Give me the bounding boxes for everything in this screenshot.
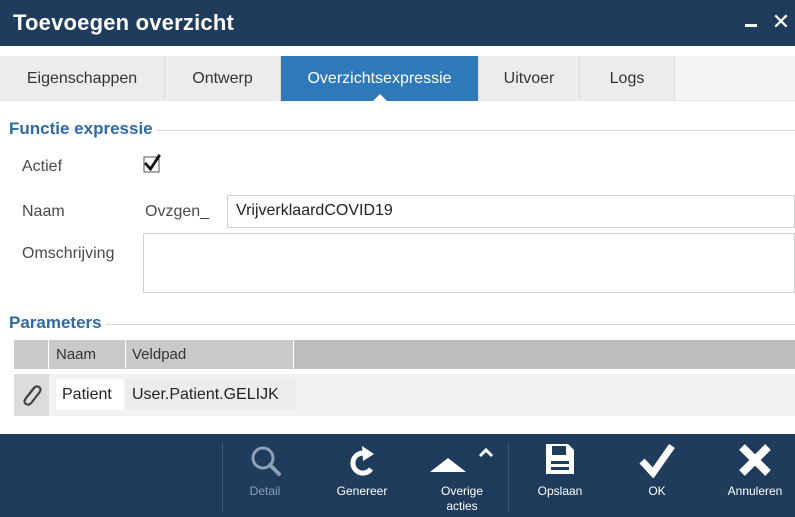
overige-acties-label: Overige acties	[440, 484, 484, 513]
annuleren-label: Annuleren	[727, 484, 783, 498]
active-tab-notch	[371, 94, 388, 102]
tab-bar: Eigenschappen Ontwerp Overzichtsexpressi…	[0, 46, 795, 108]
checkmark-icon	[639, 443, 675, 478]
save-icon	[546, 444, 574, 474]
detail-label: Detail	[249, 484, 281, 498]
tab-label: Logs	[609, 70, 645, 87]
genereer-label: Genereer	[336, 484, 388, 498]
overige-acties-button[interactable]: Overige acties	[422, 434, 502, 517]
opslaan-label: Opslaan	[537, 484, 583, 498]
paperclip-icon	[23, 385, 42, 406]
close-icon	[739, 444, 771, 476]
refresh-icon	[350, 446, 374, 476]
window-titlebar: Toevoegen overzicht ✕	[0, 0, 795, 46]
row-veldpad-cell[interactable]: User.Patient.GELIJK	[126, 379, 296, 410]
close-icon[interactable]: ✕	[771, 11, 791, 33]
tab-overzichtsexpressie[interactable]: Overzichtsexpressie	[281, 56, 479, 102]
row-icon-cell	[14, 374, 49, 416]
annuleren-button[interactable]: Annuleren	[715, 434, 795, 517]
tab-logs[interactable]: Logs	[580, 56, 675, 101]
toolbar-separator	[508, 442, 509, 512]
actief-checkbox[interactable]	[143, 154, 163, 174]
caret-up-icon	[430, 447, 494, 472]
naam-prefix: Ovzgen_	[145, 203, 210, 220]
tab-uitvoer[interactable]: Uitvoer	[479, 56, 580, 101]
actief-label: Actief	[22, 158, 63, 175]
naam-input[interactable]: VrijverklaardCOVID19	[227, 195, 795, 228]
action-toolbar: Detail Genereer Overige acties Opslaan O…	[0, 434, 795, 517]
tab-label: Eigenschappen	[26, 70, 138, 87]
tab-label: Ontwerp	[192, 70, 253, 87]
section-title-functie-expressie: Functie expressie	[9, 119, 157, 139]
opslaan-button[interactable]: Opslaan	[520, 434, 600, 517]
ok-button[interactable]: OK	[617, 434, 697, 517]
section-divider	[14, 324, 795, 325]
tab-label: Overzichtsexpressie	[307, 70, 452, 87]
window-title: Toevoegen overzicht	[13, 10, 234, 35]
section-title-parameters: Parameters	[9, 313, 106, 333]
grid-header-icon-col	[14, 340, 49, 369]
table-row[interactable]: Patient User.Patient.GELIJK	[14, 374, 795, 416]
tab-ontwerp[interactable]: Ontwerp	[165, 56, 281, 101]
grid-header-veldpad[interactable]: Veldpad	[126, 340, 294, 369]
search-icon	[251, 446, 281, 476]
genereer-button[interactable]: Genereer	[322, 434, 402, 517]
omschrijving-label: Omschrijving	[22, 245, 115, 262]
minimize-icon[interactable]	[745, 24, 757, 27]
tab-eigenschappen[interactable]: Eigenschappen	[0, 56, 165, 101]
parameters-grid-header: Naam Veldpad	[14, 340, 795, 369]
naam-label: Naam	[22, 203, 65, 220]
detail-button[interactable]: Detail	[225, 434, 305, 517]
tab-label: Uitvoer	[503, 70, 555, 87]
toolbar-separator	[222, 442, 223, 512]
ok-label: OK	[648, 484, 666, 498]
checkmark-icon	[143, 154, 161, 173]
omschrijving-textarea[interactable]	[143, 233, 795, 293]
grid-header-naam[interactable]: Naam	[49, 340, 126, 369]
row-naam-cell[interactable]: Patient	[56, 379, 124, 410]
